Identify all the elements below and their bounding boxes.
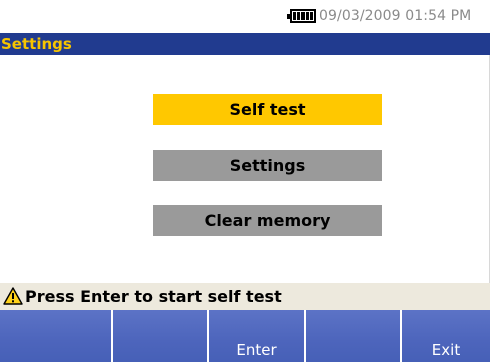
softkey-2[interactable] bbox=[113, 310, 209, 362]
datetime-display: 09/03/2009 01:54 PM bbox=[319, 8, 472, 24]
enter-softkey[interactable]: Enter bbox=[209, 310, 306, 362]
battery-full-icon bbox=[287, 9, 316, 23]
device-screen: 09/03/2009 01:54 PM Settings Self test S… bbox=[0, 0, 490, 362]
exit-softkey-label: Exit bbox=[431, 341, 461, 359]
enter-softkey-label: Enter bbox=[236, 341, 277, 359]
warning-icon bbox=[3, 287, 23, 305]
title-bar: Settings bbox=[0, 33, 490, 55]
settings-button[interactable]: Settings bbox=[153, 150, 382, 181]
status-bar: 09/03/2009 01:54 PM bbox=[0, 0, 490, 33]
softkey-bar: Enter Exit bbox=[0, 310, 490, 362]
softkey-4[interactable] bbox=[306, 310, 402, 362]
message-text: Press Enter to start self test bbox=[25, 287, 282, 306]
exit-softkey[interactable]: Exit bbox=[402, 310, 490, 362]
softkey-1[interactable] bbox=[0, 310, 113, 362]
message-bar: Press Enter to start self test bbox=[0, 283, 490, 310]
clear-memory-button[interactable]: Clear memory bbox=[153, 205, 382, 236]
self-test-button[interactable]: Self test bbox=[153, 94, 382, 125]
page-title: Settings bbox=[1, 35, 72, 53]
